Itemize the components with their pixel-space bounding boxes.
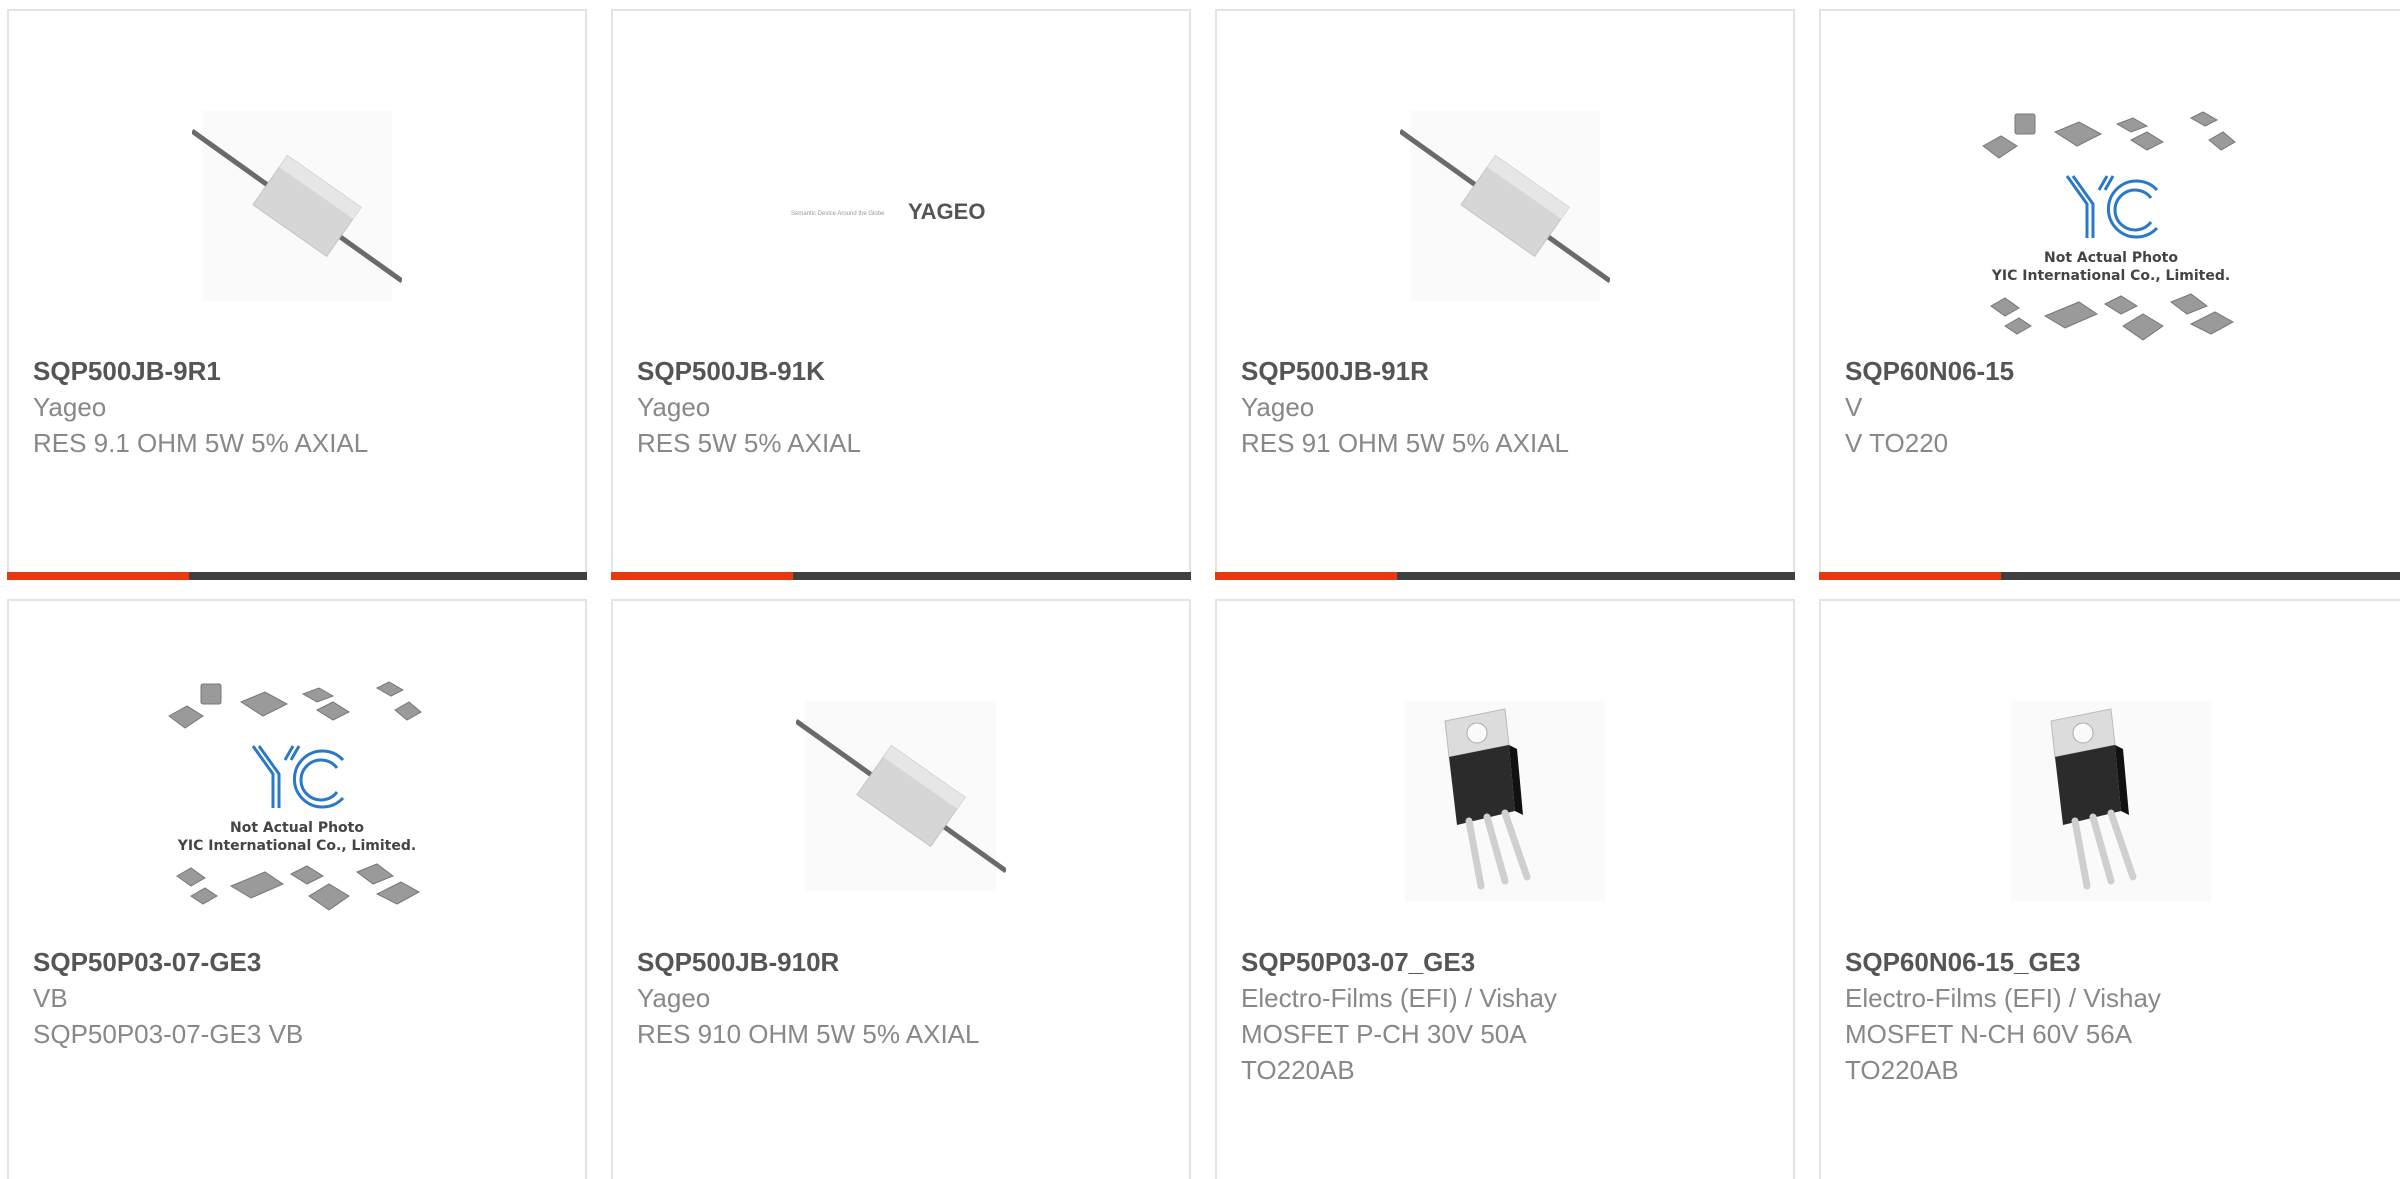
manufacturer: Electro-Films (EFI) / Vishay [1241,983,1557,1013]
description: MOSFET N-CH 60V 56A [1845,1019,2133,1049]
part-number[interactable]: SQP60N06-15 [1845,353,2381,389]
yic-logo-icon [251,745,345,809]
to220-transistor-image [1217,671,1793,931]
yic-logo-icon [2065,175,2159,239]
axial-resistor-image [1217,81,1793,341]
manufacturer: Yageo [33,392,107,422]
part-number[interactable]: SQP50P03-07-GE3 [33,944,565,980]
product-card[interactable]: SQP500JB-9R1 Yageo RES 9.1 OHM 5W 5% AXI… [7,9,587,580]
manufacturer: Yageo [637,983,711,1013]
product-card[interactable]: SQP60N06-15_GE3 Electro-Films (EFI) / Vi… [1819,599,2400,1179]
product-card[interactable]: Not Actual Photo YIC International Co., L… [7,599,587,1179]
manufacturer: VB [33,983,68,1013]
part-number[interactable]: SQP500JB-910R [637,944,1169,980]
manufacturer: V [1845,392,1863,422]
placeholder-line-1: Not Actual Photo [230,820,364,836]
manufacturer: Electro-Films (EFI) / Vishay [1845,983,2161,1013]
product-card[interactable]: Semantic Device Around the Globe YAGEO SQ… [611,9,1191,580]
yic-placeholder-image: Not Actual Photo YIC International Co., L… [9,671,585,921]
part-number[interactable]: SQP50P03-07_GE3 [1241,944,1773,980]
description: RES 5W 5% AXIAL [637,428,861,458]
card-progress-bar [1819,572,2400,580]
yageo-logo-text: YAGEO [908,199,985,224]
to220-transistor-image [1821,671,2400,931]
placeholder-line-2: YIC International Co., Limited. [177,838,416,854]
product-card[interactable]: SQP500JB-910R Yageo RES 910 OHM 5W 5% AX… [611,599,1191,1179]
card-progress-bar [7,572,587,580]
yic-placeholder-image: Not Actual Photo YIC International Co., L… [1821,101,2400,351]
axial-resistor-image [9,81,585,341]
product-card[interactable]: SQP500JB-91R Yageo RES 91 OHM 5W 5% AXIA… [1215,9,1795,580]
part-number[interactable]: SQP500JB-91K [637,353,1169,389]
placeholder-line-2: YIC International Co., Limited. [1991,268,2230,284]
product-card[interactable]: SQP50P03-07_GE3 Electro-Films (EFI) / Vi… [1215,599,1795,1179]
yageo-logo-tagline: Semantic Device Around the Globe [791,211,885,217]
part-number[interactable]: SQP500JB-9R1 [33,353,565,389]
card-progress-bar [611,572,1191,580]
product-card[interactable]: Not Actual Photo YIC International Co., L… [1819,9,2400,580]
description: RES 91 OHM 5W 5% AXIAL [1241,428,1570,458]
package: TO220AB [1845,1055,1959,1085]
package: TO220AB [1241,1055,1355,1085]
description: MOSFET P-CH 30V 50A [1241,1019,1527,1049]
yageo-logo-image: Semantic Device Around the Globe YAGEO [613,81,1189,341]
description: SQP50P03-07-GE3 VB [33,1019,304,1049]
description: RES 910 OHM 5W 5% AXIAL [637,1019,980,1049]
card-progress-bar [1215,572,1795,580]
description: RES 9.1 OHM 5W 5% AXIAL [33,428,369,458]
axial-resistor-image [613,671,1189,931]
manufacturer: Yageo [637,392,711,422]
description: V TO220 [1845,428,1949,458]
manufacturer: Yageo [1241,392,1315,422]
part-number[interactable]: SQP500JB-91R [1241,353,1773,389]
part-number[interactable]: SQP60N06-15_GE3 [1845,944,2381,980]
placeholder-line-1: Not Actual Photo [2044,250,2178,266]
